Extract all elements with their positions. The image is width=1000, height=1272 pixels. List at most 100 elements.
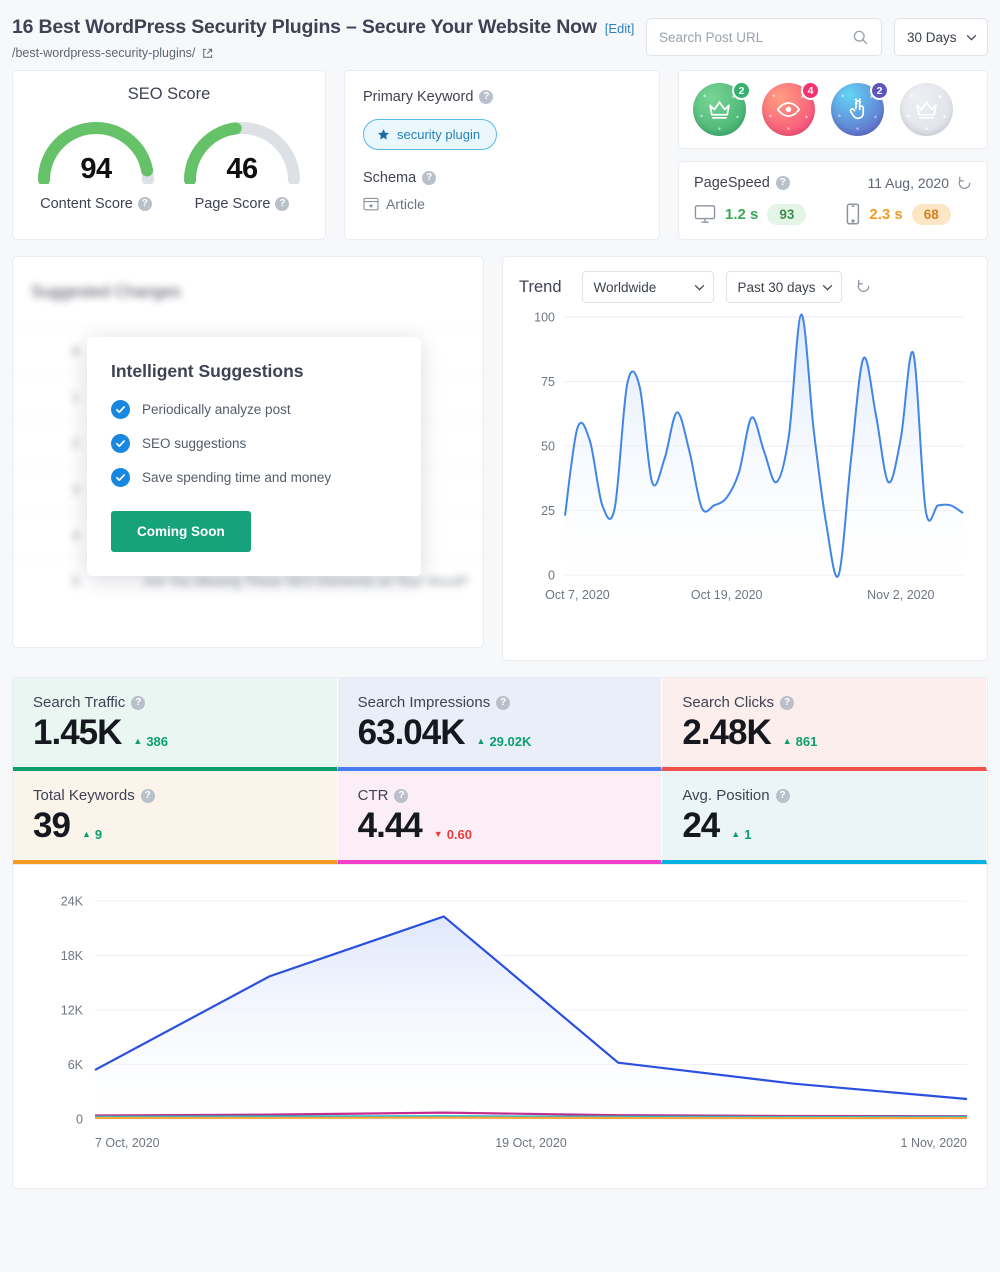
metric-delta: ▲ 9 (82, 827, 102, 842)
metric-delta: ▲ 861 (783, 734, 818, 749)
primary-keyword-value: security plugin (397, 127, 481, 142)
date-range-select[interactable]: 30 Days (894, 18, 988, 56)
page-score-gauge-wrap: 46 Page Score ? (172, 118, 312, 212)
metric-delta-value: 9 (94, 827, 103, 842)
trend-down-icon: ▼ (433, 829, 443, 839)
star-icon (377, 128, 390, 141)
seo-score-title: SEO Score (127, 85, 211, 103)
svg-text:Oct 7, 2020: Oct 7, 2020 (545, 588, 610, 602)
check-circle-icon (111, 468, 130, 487)
list-item: Save spending time and money (111, 468, 399, 487)
trend-up-icon: ▲ (782, 736, 792, 746)
svg-text:0: 0 (76, 1113, 83, 1127)
metric-value: 2.48K (682, 713, 771, 752)
metric-label: Total Keywords (33, 787, 135, 804)
suggested-changes-title: Suggested Changes (31, 283, 181, 301)
pagespeed-label-row: PageSpeed ? (694, 175, 790, 191)
metric-avg-position: Avg. Position ? 24 ▲ 1 (662, 771, 987, 864)
pagespeed-date: 11 Aug, 2020 (867, 175, 949, 191)
chevron-down-icon (966, 34, 977, 41)
search-console-chart-card: 0 6K 12K 18K 24K 7 Oct, 2020 19 Oct, 2020 1 Nov… (12, 865, 988, 1189)
desktop-icon (694, 204, 716, 224)
metric-label-row: Search Traffic ? (33, 694, 317, 711)
schema-value-row: Article (363, 196, 641, 212)
external-link-icon[interactable] (202, 48, 213, 59)
trend-title: Trend (519, 277, 562, 296)
metric-search-clicks: Search Clicks ? 2.48K ▲ 861 (662, 678, 987, 771)
help-icon[interactable]: ? (780, 695, 795, 710)
metric-delta-value: 0.60 (446, 827, 473, 842)
help-icon[interactable]: ? (137, 197, 152, 211)
page-title: 16 Best WordPress Security Plugins – Sec… (12, 16, 597, 38)
refresh-icon[interactable] (856, 279, 873, 296)
crown-locked-badge[interactable] (900, 83, 953, 136)
svg-text:12K: 12K (61, 1004, 84, 1018)
check-circle-icon (111, 434, 130, 453)
eye-badge[interactable]: 4 (762, 81, 820, 136)
metrics-grid: Search Traffic ? 1.45K ▲ 386 Search Impr… (12, 677, 988, 865)
schema-label: Schema (363, 170, 417, 186)
trend-region-select[interactable]: Worldwide (581, 271, 714, 303)
svg-text:1 Nov, 2020: 1 Nov, 2020 (901, 1136, 968, 1150)
trend-up-icon: ▲ (133, 736, 143, 746)
metric-value: 63.04K (357, 713, 466, 752)
help-icon[interactable]: ? (496, 695, 511, 710)
chevron-down-icon (822, 284, 833, 291)
metric-delta: ▲ 386 (133, 734, 168, 749)
svg-text:Nov 2, 2020: Nov 2, 2020 (867, 588, 934, 602)
right-column: 2 4 2 PageSpeed ? 11 Aug, 2020 1.2 s 93 … (678, 70, 988, 240)
pagespeed-mobile: 2.3 s 68 (846, 203, 951, 225)
header-right: 30 Days (646, 16, 988, 56)
search-input[interactable] (659, 29, 852, 45)
svg-text:50: 50 (541, 440, 555, 454)
metric-label-row: Avg. Position ? (682, 787, 966, 804)
svg-text:25: 25 (541, 504, 555, 518)
help-icon[interactable]: ? (275, 197, 290, 211)
modal-feature-list: Periodically analyze post SEO suggestion… (111, 400, 399, 487)
post-url-row: /best-wordpress-security-plugins/ (12, 46, 646, 60)
coming-soon-button[interactable]: Coming Soon (111, 511, 251, 552)
edit-link[interactable]: [Edit] (605, 21, 635, 36)
middle-row: Suggested Changes # 1 Top 10 WordPress S… (12, 256, 988, 661)
metric-value: 1.45K (33, 713, 122, 752)
metric-label: Search Traffic (33, 694, 126, 711)
primary-keyword-header: Primary Keyword ? (363, 89, 641, 105)
help-icon[interactable]: ? (131, 695, 146, 710)
search-icon[interactable] (852, 29, 869, 46)
metric-label-row: Search Clicks ? (682, 694, 966, 711)
svg-text:6K: 6K (68, 1058, 84, 1072)
help-icon[interactable]: ? (394, 788, 409, 803)
refresh-icon[interactable] (957, 176, 972, 191)
primary-keyword-card: Primary Keyword ? security plugin Schema… (344, 70, 660, 240)
metric-delta-value: 386 (146, 734, 169, 749)
trend-up-icon: ▲ (81, 829, 91, 839)
primary-keyword-pill[interactable]: security plugin (363, 119, 498, 150)
mobile-time: 2.3 s (869, 205, 903, 223)
tap-badge[interactable]: 2 (831, 81, 889, 136)
content-score-gauge: 94 (34, 118, 158, 185)
help-icon[interactable]: ? (775, 788, 790, 803)
content-score-gauge-wrap: 94 Content Score ? (26, 118, 166, 212)
metric-value: 24 (682, 806, 720, 845)
crown-badge[interactable]: 2 (693, 81, 751, 136)
schema-window-icon (363, 197, 379, 211)
metric-value-row: 4.44 ▼ 0.60 (358, 806, 642, 846)
help-icon[interactable]: ? (422, 171, 437, 185)
help-icon[interactable]: ? (775, 176, 790, 190)
help-icon[interactable]: ? (479, 90, 494, 104)
mobile-icon (846, 203, 860, 225)
metric-total-keywords: Total Keywords ? 39 ▲ 9 (13, 771, 338, 864)
svg-text:24K: 24K (61, 895, 84, 909)
desktop-time: 1.2 s (725, 205, 759, 223)
badge-count: 2 (732, 81, 751, 100)
schema-header: Schema ? (363, 170, 641, 186)
trend-period-select[interactable]: Past 30 days (725, 271, 842, 303)
search-post-url-box[interactable] (646, 18, 882, 56)
metric-label: Avg. Position (682, 787, 770, 804)
svg-text:19 Oct, 2020: 19 Oct, 2020 (495, 1136, 567, 1150)
help-icon[interactable]: ? (140, 788, 155, 803)
page-score-gauge: 46 (180, 118, 304, 185)
metric-label: Search Impressions (357, 694, 491, 711)
trend-period-value: Past 30 days (737, 279, 816, 295)
chevron-down-icon (694, 284, 705, 291)
